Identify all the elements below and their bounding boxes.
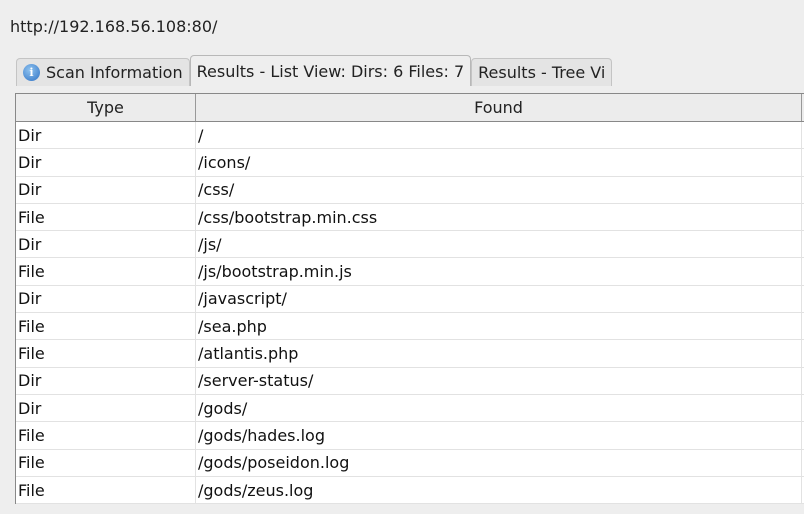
- table-row[interactable]: File/sea.php: [16, 313, 804, 341]
- table-row[interactable]: File/css/bootstrap.min.css: [16, 203, 804, 232]
- table-row[interactable]: File/gods/poseidon.log: [16, 449, 804, 477]
- table-row[interactable]: Dir/gods/: [16, 394, 804, 423]
- cell-found: /css/: [196, 176, 802, 203]
- cell-found: /atlantis.php: [196, 340, 802, 367]
- cell-type: Dir: [16, 394, 196, 422]
- table-row[interactable]: File/gods/hades.log: [16, 422, 804, 450]
- column-header-found[interactable]: Found: [196, 94, 802, 121]
- cell-type: File: [16, 313, 196, 340]
- cell-type: Dir: [16, 122, 196, 149]
- cell-found: /js/bootstrap.min.js: [196, 258, 802, 285]
- cell-found: /gods/zeus.log: [196, 476, 802, 504]
- cell-found: /gods/: [196, 394, 802, 422]
- cell-found: /javascript/: [196, 285, 802, 313]
- table-row[interactable]: File/gods/zeus.log: [16, 476, 804, 505]
- cell-found: /gods/hades.log: [196, 422, 802, 449]
- results-table: Type Found Dir / Dir/icons/Dir/css/File/cs…: [15, 93, 804, 505]
- table-row[interactable]: Dir/css/: [16, 176, 804, 204]
- cell-found: /icons/: [196, 149, 802, 176]
- cell-type: File: [16, 258, 196, 285]
- cell-found: /gods/poseidon.log: [196, 449, 802, 476]
- cell-found: /server-status/: [196, 367, 802, 394]
- table-row[interactable]: File/atlantis.php: [16, 340, 804, 368]
- table-row[interactable]: Dir/javascript/: [16, 285, 804, 314]
- tab-results-tree-view[interactable]: Results - Tree Vi: [471, 58, 613, 86]
- cell-found: /css/bootstrap.min.css: [196, 203, 802, 231]
- tab-scan-information[interactable]: i Scan Information: [16, 58, 190, 86]
- cell-type: File: [16, 449, 196, 476]
- table-row[interactable]: Dir/js/: [16, 231, 804, 259]
- cell-type: Dir: [16, 231, 196, 258]
- table-header: Type Found: [16, 93, 804, 122]
- cell-type: File: [16, 476, 196, 504]
- table-row[interactable]: Dir/server-status/: [16, 367, 804, 395]
- cell-type: Dir: [16, 149, 196, 176]
- tab-label: Scan Information: [46, 63, 183, 82]
- tab-bar: i Scan Information Results - List View: …: [16, 55, 804, 86]
- cell-type: File: [16, 422, 196, 449]
- tab-label: Results - List View: Dirs: 6 Files: 7: [196, 61, 465, 81]
- table-row[interactable]: Dir/icons/: [16, 149, 804, 177]
- cell-found: /js/: [196, 231, 802, 258]
- info-icon: i: [23, 64, 40, 81]
- cell-found: /sea.php: [196, 313, 802, 340]
- cell-type: Dir: [16, 285, 196, 313]
- cell-type: File: [16, 340, 196, 367]
- tab-label: Results - Tree Vi: [478, 63, 606, 82]
- cell-type: Dir: [16, 176, 196, 203]
- column-header-type[interactable]: Type: [16, 94, 196, 121]
- cell-type: File: [16, 203, 196, 231]
- cell-found: /: [196, 122, 802, 149]
- table-row[interactable]: File/js/bootstrap.min.js: [16, 258, 804, 286]
- target-url: http://192.168.56.108:80/: [10, 17, 218, 36]
- table-row[interactable]: Dir /: [16, 122, 804, 150]
- cell-type: Dir: [16, 367, 196, 394]
- tab-results-list-view[interactable]: Results - List View: Dirs: 6 Files: 7: [189, 55, 472, 86]
